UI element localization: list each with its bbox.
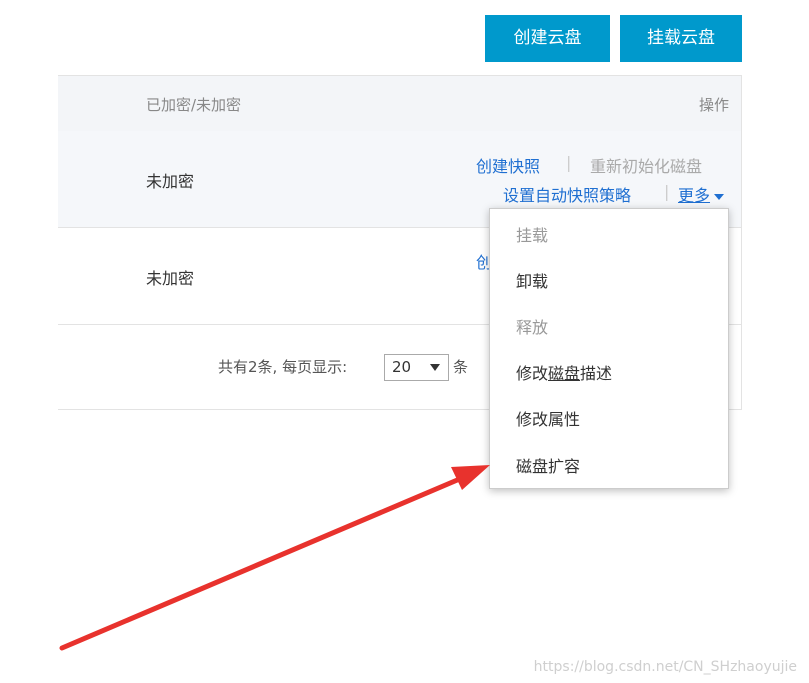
annotation-arrow-icon bbox=[59, 465, 490, 651]
annotation-arrow-head bbox=[451, 465, 490, 490]
annotation-arrow-shaft bbox=[59, 475, 465, 651]
